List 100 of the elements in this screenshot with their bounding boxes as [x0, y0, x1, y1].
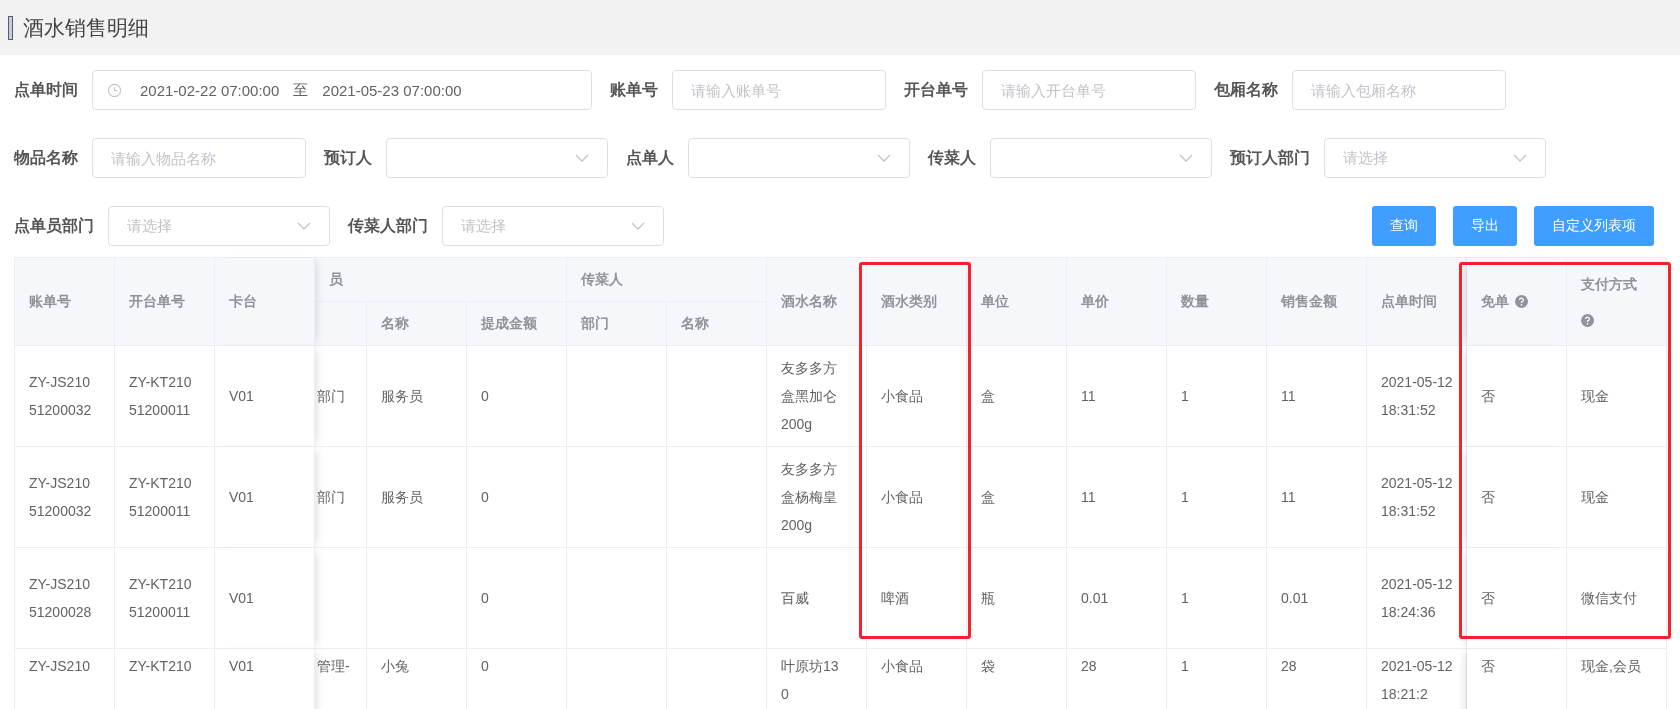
chevron-down-icon: [631, 222, 645, 230]
column-header: 员: [315, 258, 567, 302]
table-cell: V01: [215, 548, 315, 649]
column-header: 名称: [667, 302, 767, 346]
table-cell: 0: [467, 346, 567, 447]
column-header: 账单号: [15, 258, 115, 346]
title-marker-icon: [8, 15, 13, 40]
table-cell: 服务员: [367, 447, 467, 548]
table-cell: 2021-05-12 18:31:52: [1367, 447, 1467, 548]
column-header: 数量: [1167, 258, 1267, 346]
table-cell: 管理-: [315, 649, 367, 709]
table-cell: 1: [1167, 346, 1267, 447]
page-title: 酒水销售明细: [23, 14, 149, 41]
table-cell: V01: [215, 649, 315, 709]
table-cell: 现金: [1567, 346, 1667, 447]
table-cell: 0: [467, 548, 567, 649]
text-input-field[interactable]: 请输入账单号: [672, 70, 886, 110]
text-input-field[interactable]: 请输入物品名称: [92, 138, 306, 178]
table-cell: 部门: [315, 447, 367, 548]
table-cell: 友多多方盒黑加仑200g: [767, 346, 867, 447]
table-cell: ZY-JS21051200028: [15, 548, 115, 649]
select-field[interactable]: 请选择: [442, 206, 664, 246]
table-cell: ZY-KT21051200011: [115, 447, 215, 548]
select-field[interactable]: 请选择: [1324, 138, 1546, 178]
chevron-down-icon: [1513, 154, 1527, 162]
filter-label: 账单号: [610, 79, 658, 100]
action-button[interactable]: 导出: [1453, 206, 1517, 246]
table-cell: 0: [467, 447, 567, 548]
column-header: 单价: [1067, 258, 1167, 346]
table-cell: 瓶: [967, 548, 1067, 649]
select-field[interactable]: [386, 138, 608, 178]
column-header: 部门: [567, 302, 667, 346]
range-separator: 至: [293, 80, 309, 100]
table-cell: ZY-KT21051200011: [115, 346, 215, 447]
table-cell: 盒: [967, 447, 1067, 548]
table-cell: 否: [1467, 649, 1567, 709]
text-input-field[interactable]: 请输入包厢名称: [1292, 70, 1506, 110]
table-cell: 0.01: [1267, 548, 1367, 649]
action-button[interactable]: 自定义列表项: [1534, 206, 1654, 246]
column-header: 支付方式: [1567, 258, 1667, 346]
chevron-down-icon: [575, 154, 589, 162]
filter-label: 点单员部门: [14, 215, 94, 236]
table-cell: 啤酒: [867, 548, 967, 649]
column-header: 酒水类别: [867, 258, 967, 346]
table-cell: ZY-JS21051200032: [15, 447, 115, 548]
filter-label: 传菜人: [928, 147, 976, 168]
column-header: 卡台: [215, 258, 315, 346]
date-range-field[interactable]: 2021-02-22 07:00:00 至 2021-05-23 07:00:00: [92, 70, 592, 110]
table-cell: 部门: [315, 346, 367, 447]
table-cell: 服务员: [367, 346, 467, 447]
filter-label: 包厢名称: [1214, 79, 1278, 100]
chevron-down-icon: [297, 222, 311, 230]
end-date-text: 2021-05-23 07:00:00: [322, 81, 462, 99]
clock-icon: [107, 82, 122, 98]
action-button[interactable]: 查询: [1372, 206, 1436, 246]
filter-label: 开台单号: [904, 79, 968, 100]
table-cell: V01: [215, 346, 315, 447]
table-cell: 0.01: [1067, 548, 1167, 649]
select-field[interactable]: [688, 138, 910, 178]
table-cell: 11: [1267, 447, 1367, 548]
select-field[interactable]: 请选择: [108, 206, 330, 246]
chevron-down-icon: [877, 154, 891, 162]
column-header: 点单时间: [1367, 258, 1467, 346]
table-cell: 否: [1467, 548, 1567, 649]
table-cell: ZY-JS21051200032: [15, 346, 115, 447]
filter-label: 点单人: [626, 147, 674, 168]
table-cell: 2021-05-12 18:24:36: [1367, 548, 1467, 649]
column-header: 提成金额: [467, 302, 567, 346]
table-cell: 否: [1467, 346, 1567, 447]
table-cell: 现金: [1567, 447, 1667, 548]
column-header: 开台单号: [115, 258, 215, 346]
column-header: 销售金额: [1267, 258, 1367, 346]
table-cell: 11: [1067, 447, 1167, 548]
table-cell: 盒: [967, 346, 1067, 447]
column-header: 单位: [967, 258, 1067, 346]
table-cell: 11: [1267, 346, 1367, 447]
filter-label: 点单时间: [14, 79, 78, 100]
filter-label: 预订人: [324, 147, 372, 168]
table-cell: 11: [1067, 346, 1167, 447]
table-cell: 百威: [767, 548, 867, 649]
filter-label: 物品名称: [14, 147, 78, 168]
text-input-field[interactable]: 请输入开台单号: [982, 70, 1196, 110]
column-header: 免单: [1467, 258, 1567, 346]
chevron-down-icon: [1179, 154, 1193, 162]
table-cell: 友多多方盒杨梅皇200g: [767, 447, 867, 548]
column-header: 酒水名称: [767, 258, 867, 346]
table-cell: 1: [1167, 548, 1267, 649]
column-header: 传菜人: [567, 258, 767, 302]
table-cell: 1: [1167, 447, 1267, 548]
table-cell: 2021-05-12 18:31:52: [1367, 346, 1467, 447]
table-cell: 微信支付: [1567, 548, 1667, 649]
start-date-text: 2021-02-22 07:00:00: [140, 81, 280, 99]
table-cell: ZY-KT21051200011: [115, 548, 215, 649]
select-field[interactable]: [990, 138, 1212, 178]
filter-label: 预订人部门: [1230, 147, 1310, 168]
table-cell: V01: [215, 447, 315, 548]
column-header: 名称: [367, 302, 467, 346]
table-cell: 否: [1467, 447, 1567, 548]
table-cell: 小食品: [867, 447, 967, 548]
filter-label: 传菜人部门: [348, 215, 428, 236]
